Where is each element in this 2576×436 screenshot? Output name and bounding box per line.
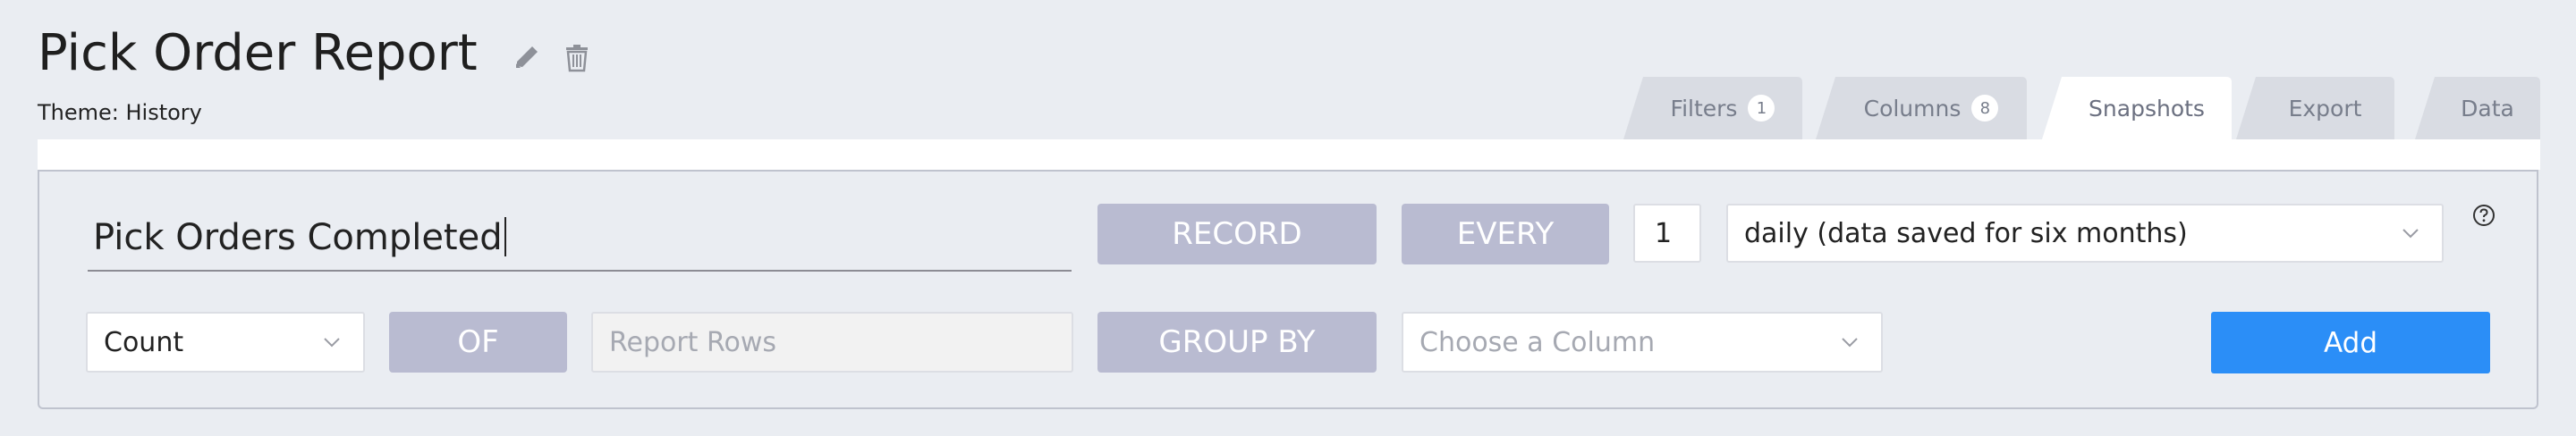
question-circle-icon[interactable] — [2472, 204, 2496, 227]
tab-export-label: Export — [2288, 95, 2362, 122]
interval-input[interactable]: 1 — [1633, 204, 1701, 263]
chevron-down-icon — [1842, 338, 1858, 348]
report-rows-placeholder: Report Rows — [609, 326, 777, 358]
group-column-placeholder: Choose a Column — [1419, 326, 1656, 358]
add-button[interactable]: Add — [2211, 312, 2490, 373]
group-by-label: GROUP BY — [1097, 312, 1377, 373]
every-label: EVERY — [1402, 204, 1609, 264]
of-label: OF — [389, 312, 567, 373]
tab-columns-label: Columns — [1863, 95, 1962, 122]
trash-icon[interactable] — [559, 39, 595, 75]
aggregate-select[interactable]: Count — [86, 312, 365, 373]
frequency-value: daily (data saved for six months) — [1744, 217, 2188, 249]
tab-snapshots[interactable]: Snapshots — [2042, 77, 2232, 139]
tab-filters[interactable]: Filters 1 — [1623, 77, 1802, 139]
tab-export[interactable]: Export — [2236, 77, 2394, 139]
tab-snapshots-label: Snapshots — [2089, 95, 2205, 122]
frequency-select[interactable]: daily (data saved for six months) — [1726, 204, 2444, 263]
tab-content-top-band — [38, 139, 2540, 170]
page-title: Pick Order Report — [38, 24, 478, 82]
aggregate-value: Count — [104, 326, 184, 358]
interval-value: 1 — [1655, 217, 1673, 249]
tab-columns[interactable]: Columns 8 — [1816, 77, 2027, 139]
pencil-icon[interactable] — [510, 39, 546, 75]
filters-count-badge: 1 — [1748, 95, 1775, 122]
report-rows-field: Report Rows — [591, 312, 1073, 373]
group-column-select[interactable]: Choose a Column — [1402, 312, 1883, 373]
snapshot-name-value: Pick Orders Completed — [93, 217, 503, 258]
tab-data-label: Data — [2461, 95, 2514, 122]
text-caret — [504, 217, 506, 256]
chevron-down-icon — [2402, 229, 2419, 239]
theme-label: Theme: History — [38, 100, 202, 125]
chevron-down-icon — [324, 338, 340, 348]
columns-count-badge: 8 — [1971, 95, 1999, 122]
record-label: RECORD — [1097, 204, 1377, 264]
tab-data[interactable]: Data — [2415, 77, 2540, 139]
snapshot-name-input[interactable]: Pick Orders Completed — [88, 211, 1072, 272]
tab-filters-label: Filters — [1670, 95, 1738, 122]
